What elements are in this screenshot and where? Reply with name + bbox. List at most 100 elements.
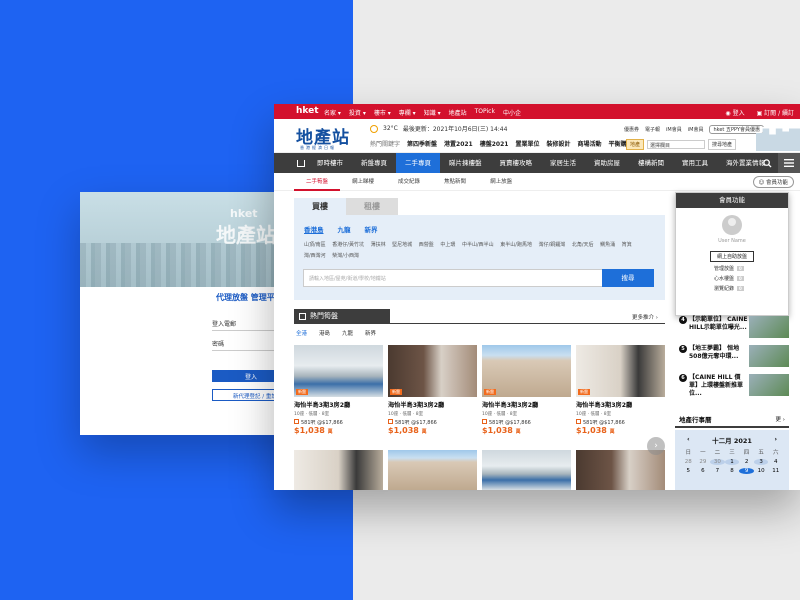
news-item[interactable]: 5 【地王夢霸】 恒地508億元奪中環... — [679, 345, 789, 367]
listing-photo[interactable] — [388, 450, 477, 490]
top-nav-item[interactable]: 地產站 — [449, 108, 467, 117]
chevron-right-icon[interactable]: › — [774, 435, 777, 443]
hot-region-tab[interactable]: 九龍 — [342, 329, 353, 337]
listing-photo[interactable] — [294, 450, 383, 490]
top-nav-item[interactable]: TOPick — [475, 108, 495, 117]
hot-keyword-link[interactable]: 樓盤2021 — [480, 139, 509, 148]
login-link[interactable]: ◉ 登入 — [725, 108, 744, 117]
member-menu-item[interactable]: 心水樓盤 0 — [676, 275, 788, 282]
district-link[interactable]: 中半山/西半山 — [462, 242, 494, 248]
member-menu-item[interactable]: 瀏覽紀錄 0 — [676, 285, 788, 292]
main-nav-item[interactable]: 實用工具 — [673, 153, 717, 173]
main-nav-item[interactable]: 睇片揀樓盤 — [440, 153, 491, 173]
sub-nav-item[interactable]: 網上放盤 — [478, 173, 524, 191]
chevron-left-icon[interactable]: ‹ — [687, 435, 690, 443]
main-nav-item[interactable]: 家居生活 — [541, 153, 585, 173]
district-link[interactable]: 鰂魚涌 — [600, 242, 615, 248]
listing-photo[interactable] — [482, 450, 571, 490]
home-icon[interactable] — [294, 153, 308, 173]
sub-nav-item[interactable]: 成交紀錄 — [386, 173, 432, 191]
listing-photo[interactable] — [576, 450, 665, 490]
search-select[interactable]: 選擇欄目 — [647, 140, 706, 149]
top-nav-item[interactable]: 知識 ▾ — [424, 108, 441, 117]
calendar-day[interactable]: 4 — [768, 459, 783, 465]
listing-card[interactable]: 新盤 海怡半島3期3房2廳 10座 · 低層 · 8室 581呎 @$17,86… — [294, 345, 383, 435]
district-link[interactable]: 山頂/南區 — [304, 242, 326, 248]
hot-region-tab[interactable]: 新界 — [365, 329, 376, 337]
calendar-day[interactable]: 11 — [768, 468, 783, 474]
region-tab[interactable]: 九龍 — [338, 224, 351, 234]
tab-rent[interactable]: 租樓 — [346, 198, 398, 215]
hot-keyword-link[interactable]: 置業單位 — [515, 139, 539, 148]
keyword-search-input[interactable]: 請輸入地區/屋苑/街道/學校/地鐵站 — [303, 269, 603, 287]
news-item[interactable]: 6 【CAINE HILL 價單】上環樓盤新推單位... — [679, 374, 789, 398]
calendar-day[interactable]: 9 — [739, 468, 754, 474]
calendar-day[interactable]: 10 — [754, 468, 769, 474]
district-link[interactable]: 西營盤 — [419, 242, 434, 248]
calendar-day[interactable]: 2 — [739, 459, 754, 465]
calendar-day[interactable]: 5 — [681, 468, 696, 474]
sub-nav-item-active[interactable]: 二手筍盤 — [294, 173, 341, 191]
main-nav-item[interactable]: 資助房屋 — [585, 153, 629, 173]
main-nav-item[interactable]: 買賣樓攻略 — [491, 153, 542, 173]
hot-region-tab[interactable]: 全港 — [296, 329, 307, 337]
member-menu-item[interactable]: 管理放盤 0 — [676, 265, 788, 272]
hot-region-tab[interactable]: 港島 — [319, 329, 330, 337]
search-icon[interactable] — [756, 153, 778, 173]
top-nav-item[interactable]: 樓市 ▾ — [374, 108, 391, 117]
district-link[interactable]: 堅尼地城 — [392, 242, 412, 248]
header-search-button[interactable]: 搜尋地產 — [708, 139, 737, 150]
calendar-day[interactable]: 7 — [710, 468, 725, 474]
district-link[interactable]: 東半山/跑馬地 — [500, 242, 532, 248]
calendar-day[interactable]: 1 — [724, 459, 740, 465]
news-item[interactable]: 4 【示範單位】 CAINE HILL示範單位曝光... — [679, 316, 789, 338]
district-link[interactable]: 薄扶林 — [371, 242, 386, 248]
member-functions-button[interactable]: ☺ 會員功能 — [752, 176, 794, 188]
top-nav-item[interactable]: 投資 ▾ — [349, 108, 366, 117]
main-nav-item[interactable]: 樓構新聞 — [629, 153, 673, 173]
district-link[interactable]: 柴灣/小西灣 — [332, 253, 359, 259]
main-nav-item[interactable]: 新盤專頁 — [352, 153, 396, 173]
edition-button[interactable]: hket 五PPY會員優惠 — [709, 125, 764, 134]
district-link[interactable]: 香港仔/黃竹坑 — [332, 242, 364, 248]
calendar-day[interactable]: 6 — [696, 468, 711, 474]
subscribe-link[interactable]: ▣ 訂閱 / 續訂 — [757, 108, 794, 117]
listing-card[interactable]: 新盤 海怡半島3期3房2廳 10座 · 低層 · 8室 581呎 @$17,86… — [482, 345, 571, 435]
sub-nav-item[interactable]: 網上睇樓 — [340, 173, 386, 191]
district-link[interactable]: 灣仔/銅鑼灣 — [539, 242, 566, 248]
hot-keyword-link[interactable]: 第四季新盤 — [407, 139, 437, 148]
carousel-next-button[interactable]: › — [647, 437, 665, 455]
hot-more-link[interactable]: 更多推介 › — [632, 313, 658, 321]
calendar-day[interactable]: 28 — [681, 459, 696, 465]
search-section-tag[interactable]: 地產 — [626, 139, 645, 150]
tab-buy[interactable]: 買樓 — [294, 198, 346, 215]
main-nav-item-active[interactable]: 二手專頁 — [396, 153, 440, 173]
district-link[interactable]: 中上環 — [440, 242, 455, 248]
hot-keyword-link[interactable]: 裝修設計 — [546, 139, 570, 148]
header-tool-link[interactable]: iM會員 — [666, 126, 682, 133]
top-nav-item[interactable]: 專欄 ▾ — [399, 108, 416, 117]
hket-logo[interactable]: hket — [296, 106, 319, 116]
calendar-day[interactable]: 3 — [753, 459, 769, 465]
main-nav-item[interactable]: 即時樓市 — [308, 153, 352, 173]
top-nav-item[interactable]: 中小企 — [503, 108, 521, 117]
calendar-day[interactable]: 8 — [725, 468, 740, 474]
sub-nav-item[interactable]: 焦點新聞 — [432, 173, 478, 191]
listing-card[interactable]: 新盤 海怡半島3期3房2廳 10座 · 低層 · 8室 581呎 @$17,86… — [576, 345, 665, 435]
header-tool-link[interactable]: 優惠券 — [624, 126, 639, 133]
property-search-button[interactable]: 搜尋 — [602, 269, 654, 287]
district-link[interactable]: 北角/天后 — [572, 242, 594, 248]
region-tab[interactable]: 香港島 — [304, 224, 324, 234]
hot-keyword-link[interactable]: 商場活動 — [577, 139, 601, 148]
hot-keyword-link[interactable]: 港置2021 — [444, 139, 473, 148]
header-tool-link[interactable]: iM會員 — [688, 126, 704, 133]
header-tool-link[interactable]: 電子報 — [645, 126, 660, 133]
listing-card[interactable]: 新盤 海怡半島3期3房2廳 10座 · 低層 · 8室 581呎 @$17,86… — [388, 345, 477, 435]
top-nav-item[interactable]: 名家 ▾ — [324, 108, 341, 117]
menu-icon[interactable] — [778, 153, 800, 173]
calendar-day[interactable]: 29 — [696, 459, 711, 465]
self-listing-button[interactable]: 網上自助放盤 — [710, 251, 754, 262]
region-tab[interactable]: 新界 — [365, 224, 378, 234]
calendar-day[interactable]: 30 — [710, 459, 725, 465]
calendar-more-link[interactable]: 更多 › — [775, 413, 785, 437]
